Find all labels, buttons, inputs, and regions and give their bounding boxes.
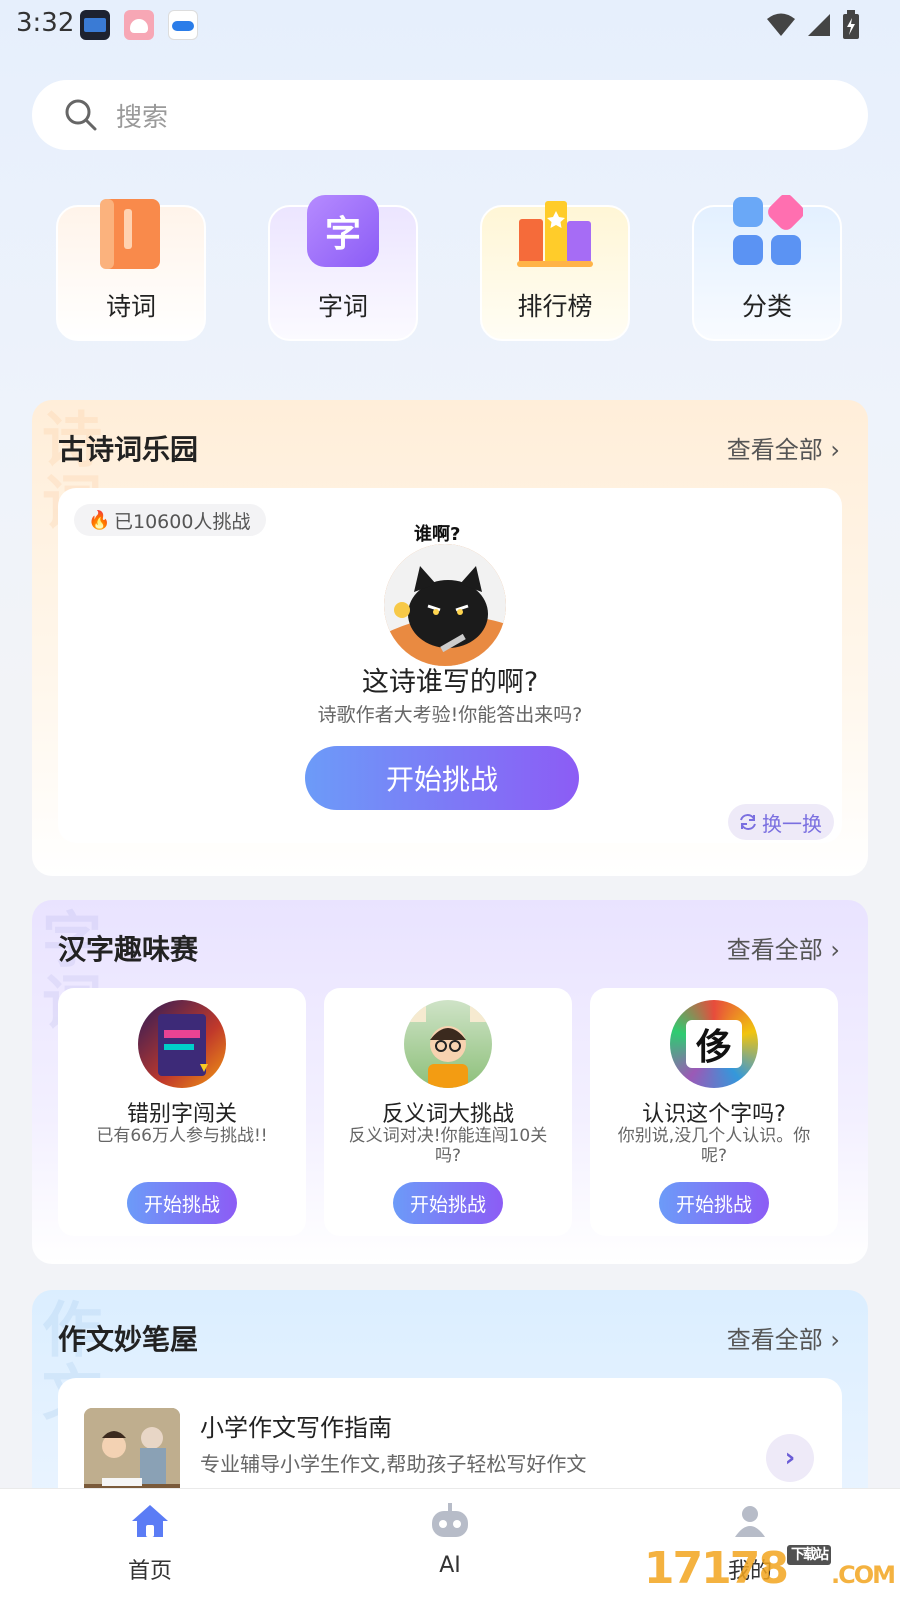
poetry-challenge-card[interactable]: 🔥 已10600人挑战 谁啊? 这诗谁写的啊? 诗歌作者大考验!你能答出来吗? … — [58, 488, 842, 843]
game-subtitle: 已有66万人参与挑战!! — [96, 1126, 268, 1146]
game-avatar-image — [138, 1000, 226, 1088]
refresh-icon — [740, 814, 756, 830]
cat-avatar-image — [384, 544, 506, 666]
refresh-label: 换一换 — [762, 811, 822, 836]
start-challenge-button[interactable]: 开始挑战 — [127, 1182, 237, 1224]
character-icon: 字 — [307, 195, 379, 267]
game-avatar-image — [404, 1000, 492, 1088]
view-all-link[interactable]: 查看全部 › — [727, 430, 840, 465]
category-label: 诗词 — [105, 292, 156, 321]
game-subtitle: 你别说,没几个人认识。你呢? — [617, 1126, 811, 1166]
nav-home[interactable]: 首页 — [70, 1489, 230, 1600]
game-title: 错别字闯关 — [126, 1102, 237, 1127]
game-card-recognize[interactable]: 侈 认识这个字吗? 你别说,没几个人认识。你呢? 开始挑战 — [590, 988, 838, 1236]
nav-label: AI — [439, 1553, 461, 1578]
poetry-section: 诗 词 古诗词乐园 查看全部 › 🔥 已10600人挑战 谁啊? 这诗谁写的啊?… — [32, 400, 868, 876]
character-tile: 侈 — [686, 1020, 742, 1068]
section-title: 汉字趣味赛 — [58, 933, 199, 966]
category-poetry[interactable]: 诗词 — [56, 199, 206, 341]
view-all-label: 查看全部 — [726, 1326, 823, 1354]
watermark-logo: 17178 下载站.COM — [643, 1543, 896, 1594]
nav-label: 首页 — [127, 1559, 172, 1584]
essay-title: 小学作文写作指南 — [200, 1414, 392, 1442]
category-label: 分类 — [741, 292, 792, 321]
refresh-button[interactable]: 换一换 — [728, 804, 834, 840]
game-subtitle: 反义词对决!你能连闯10关吗? — [348, 1126, 548, 1166]
start-challenge-button[interactable]: 开始挑战 — [393, 1182, 503, 1224]
app-notification-icon — [80, 10, 110, 40]
chevron-right-icon: › — [830, 936, 840, 964]
cooking-app-notification-icon — [124, 10, 154, 40]
fire-icon: 🔥 — [88, 510, 111, 531]
book-icon — [100, 199, 160, 269]
game-card-typo[interactable]: 错别字闯关 已有66万人参与挑战!! 开始挑战 — [58, 988, 306, 1236]
search-bar[interactable]: 搜索 — [32, 80, 868, 150]
speech-bubble-text: 谁啊? — [414, 524, 461, 545]
section-title: 作文妙笔屋 — [58, 1323, 199, 1356]
chevron-right-icon: › — [830, 436, 840, 464]
user-icon — [735, 1506, 765, 1537]
robot-icon — [432, 1503, 468, 1537]
start-challenge-button[interactable]: 开始挑战 — [659, 1182, 769, 1224]
category-label: 排行榜 — [517, 292, 593, 321]
battery-icon — [843, 10, 859, 39]
category-classification[interactable]: 分类 — [692, 195, 842, 341]
participants-badge: 🔥 已10600人挑战 — [74, 504, 267, 536]
chevron-right-icon: › — [784, 1443, 796, 1473]
wifi-icon — [767, 13, 795, 36]
essay-section: 作 文 作文妙笔屋 查看全部 › 小学作文写作指南 专业辅导小学生作文,帮助孩子… — [32, 1290, 868, 1510]
challenge-title: 这诗谁写的啊? — [361, 667, 539, 698]
game-card-antonym[interactable]: 反义词大挑战 反义词对决!你能连闯10关吗? 开始挑战 — [324, 988, 572, 1236]
game-avatar-image: 侈 — [670, 1000, 758, 1088]
game-title: 认识这个字吗? — [642, 1102, 786, 1127]
chevron-right-icon: › — [830, 1326, 840, 1354]
view-all-link[interactable]: 查看全部 › — [727, 930, 840, 965]
category-leaderboard[interactable]: 排行榜 — [480, 201, 630, 341]
grid-apps-icon — [733, 195, 803, 265]
bottom-navigation: 首页 AI 我的 17178 下载站.COM — [0, 1488, 900, 1600]
essay-subtitle: 专业辅导小学生作文,帮助孩子轻松写好作文 — [200, 1452, 587, 1476]
view-all-link[interactable]: 查看全部 › — [727, 1320, 840, 1355]
section-title: 古诗词乐园 — [58, 433, 199, 466]
search-icon — [65, 99, 97, 131]
chat-app-notification-icon — [168, 10, 198, 40]
signal-icon — [808, 14, 830, 36]
status-time: 3:32 — [16, 8, 75, 38]
view-all-label: 查看全部 — [726, 436, 823, 464]
podium-icon — [517, 201, 593, 267]
home-icon — [132, 1505, 168, 1537]
hanzi-section: 字 词 汉字趣味赛 查看全部 › 错别字闯关 已有66万人参与挑战!! 开始挑战… — [32, 900, 868, 1264]
nav-ai[interactable]: AI — [370, 1489, 530, 1600]
open-arrow-button[interactable]: › — [766, 1434, 814, 1482]
search-placeholder: 搜索 — [116, 102, 169, 133]
status-indicators — [766, 10, 860, 40]
start-challenge-button[interactable]: 开始挑战 — [305, 746, 579, 810]
challenge-subtitle: 诗歌作者大考验!你能答出来吗? — [317, 704, 583, 726]
game-title: 反义词大挑战 — [381, 1102, 514, 1127]
category-label: 字词 — [317, 292, 368, 321]
view-all-label: 查看全部 — [726, 936, 823, 964]
category-words[interactable]: 字 字词 — [268, 195, 418, 341]
participants-text: 已10600人挑战 — [114, 510, 251, 533]
